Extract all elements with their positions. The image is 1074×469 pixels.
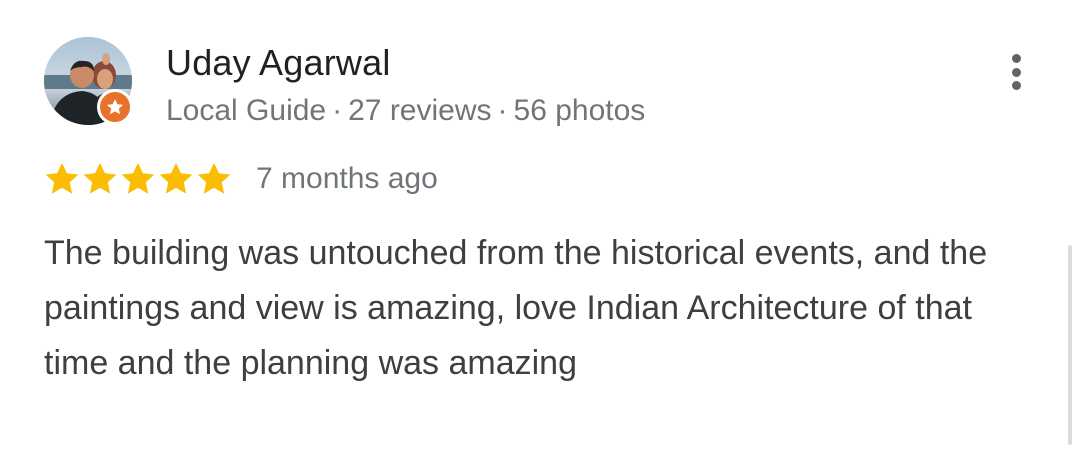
local-guide-label: Local Guide [166,94,327,127]
local-guide-badge [97,89,133,125]
more-vert-icon [1011,67,1021,77]
review-card: Uday Agarwal Local Guide · 27 reviews · 56 p… [0,0,1074,469]
star-icon [121,162,155,194]
review-time: 7 months ago [256,162,438,195]
star-icon [197,162,231,194]
scrollbar[interactable] [1068,245,1072,445]
meta-separator: · [332,94,343,127]
star-icon [45,162,79,194]
review-count: 27 reviews [348,94,492,127]
more-options-button[interactable] [996,48,1036,96]
review-text: The building was untouched from the hist… [44,234,988,382]
more-vert-icon [1011,54,1021,63]
local-guide-star-icon [106,99,124,115]
more-vert-icon [1011,81,1021,90]
meta-separator: · [497,94,508,127]
star-icon [83,162,117,194]
reviewer-name[interactable]: Uday Agarwal [166,42,391,84]
star-icon [159,162,193,194]
photo-count: 56 photos [513,94,646,127]
star-rating [43,158,233,200]
reviewer-meta: Local Guide · 27 reviews · 56 photos [166,94,645,128]
